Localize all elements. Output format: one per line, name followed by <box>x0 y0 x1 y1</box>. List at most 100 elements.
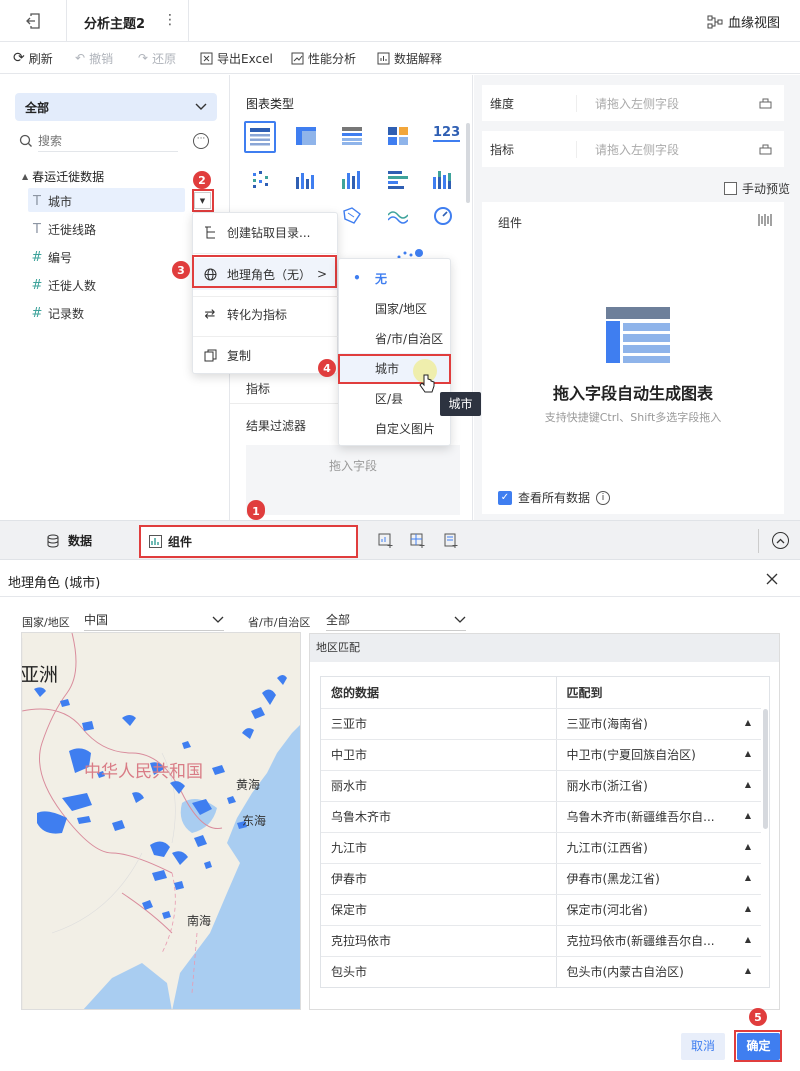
chart-type-area-icon[interactable] <box>388 207 408 225</box>
match-cell[interactable]: 乌鲁木齐市(新疆维吾尔自... ▲ <box>556 801 761 833</box>
field-item[interactable]: T 城市 <box>26 187 72 215</box>
menu-item-create-drill[interactable]: 创建钻取目录... <box>193 216 337 248</box>
metric-drop-zone[interactable]: 指标 请拖入左侧字段 <box>482 131 784 167</box>
match-cell[interactable]: 丽水市(浙江省) ▲ <box>556 770 761 802</box>
table-row[interactable]: 三亚市 三亚市(海南省) ▲ <box>321 708 761 740</box>
performance-analysis-button[interactable]: 性能分析 <box>291 42 356 74</box>
field-item[interactable]: # 记录数 <box>26 299 84 327</box>
table-row[interactable]: 克拉玛依市 克拉玛依市(新疆维吾尔自... ▲ <box>321 925 761 957</box>
add-component-icon[interactable] <box>378 533 394 549</box>
show-all-data-toggle[interactable]: ✓ 查看所有数据 i <box>498 489 611 506</box>
collapse-button[interactable] <box>772 532 789 549</box>
checkbox[interactable] <box>724 182 737 195</box>
dropdown-caret-icon[interactable]: ▲ <box>745 842 751 851</box>
dimension-drop-zone[interactable]: 维度 请拖入左侧字段 <box>482 85 784 121</box>
dimension-label: 维度 <box>482 94 577 112</box>
table-row[interactable]: 包头市 包头市(内蒙古自治区) ▲ <box>321 956 761 987</box>
refresh-button[interactable]: ⟳ 刷新 <box>13 42 53 74</box>
dropdown-caret-icon[interactable]: ▲ <box>745 780 751 789</box>
chart-type-kpi-icon[interactable]: 123 <box>433 125 461 142</box>
chart-type-block-icon[interactable] <box>388 127 408 145</box>
dataset-node[interactable]: ▲ 春运迁徙数据 <box>22 168 104 185</box>
menu-item-copy[interactable]: 复制 <box>193 339 337 371</box>
table-row[interactable]: 乌鲁木齐市 乌鲁木齐市(新疆维吾尔自... ▲ <box>321 801 761 833</box>
bar-chart-icon <box>149 535 162 548</box>
geo-option-custom-image[interactable]: 自定义图片 <box>339 413 450 443</box>
geo-option-province[interactable]: 省/市/自治区 <box>339 323 450 353</box>
chart-type-table-icon[interactable] <box>244 121 276 153</box>
table-row[interactable]: 丽水市 丽水市(浙江省) ▲ <box>321 770 761 802</box>
chart-type-gauge-icon[interactable] <box>433 207 453 225</box>
export-excel-button[interactable]: 导出Excel <box>200 42 273 74</box>
tab-data[interactable]: 数据 <box>46 532 92 549</box>
lock-icon[interactable] <box>746 143 784 155</box>
dropdown-caret-icon[interactable]: ▲ <box>745 966 751 975</box>
table-row[interactable]: 伊春市 伊春市(黑龙江省) ▲ <box>321 863 761 895</box>
chart-type-crosstab-icon[interactable] <box>296 127 316 145</box>
topic-title[interactable]: 分析主题2 <box>84 13 145 32</box>
filter-drop-zone[interactable]: 拖入字段 <box>246 445 460 515</box>
manual-preview-toggle[interactable]: 手动预览 <box>724 180 790 197</box>
more-vertical-icon[interactable]: ⋮ <box>163 12 177 28</box>
chart-type-map-icon[interactable] <box>342 207 362 225</box>
add-dashboard-icon[interactable] <box>410 533 426 549</box>
your-data-cell: 包头市 <box>321 956 557 987</box>
match-cell[interactable]: 九江市(江西省) ▲ <box>556 832 761 864</box>
scope-select[interactable]: 全部 <box>15 93 217 121</box>
region-match-title: 地区匹配 <box>310 634 779 662</box>
field-dropdown-button[interactable]: ▼ <box>194 192 211 209</box>
country-select[interactable]: 中国 <box>84 609 224 631</box>
redo-button[interactable]: ↷ 还原 <box>138 42 176 74</box>
chart-type-stacked-bar-icon[interactable] <box>433 171 453 189</box>
search-input[interactable] <box>38 130 178 152</box>
info-icon[interactable]: i <box>596 490 611 505</box>
chart-type-scatter-bar-icon[interactable] <box>251 171 271 189</box>
tab-component[interactable]: 组件 <box>141 527 356 556</box>
dropdown-caret-icon[interactable]: ▲ <box>745 718 751 727</box>
menu-item-geo-role[interactable]: 地理角色（无） > <box>193 258 337 290</box>
region-map[interactable]: 亚洲 中华人民共和国 黄海 东海 南海 <box>21 632 301 1010</box>
match-cell[interactable]: 包头市(内蒙古自治区) ▲ <box>556 956 761 987</box>
chart-type-horizontal-bar-icon[interactable] <box>388 171 408 189</box>
table-row[interactable]: 九江市 九江市(江西省) ▲ <box>321 832 761 864</box>
table-row[interactable]: 中卫市 中卫市(宁夏回族自治区) ▲ <box>321 739 761 771</box>
checkbox-checked[interactable]: ✓ <box>498 490 512 505</box>
chart-type-detail-icon[interactable] <box>342 127 362 145</box>
match-cell[interactable]: 克拉玛依市(新疆维吾尔自... ▲ <box>556 925 761 957</box>
dropdown-caret-icon[interactable]: ▲ <box>745 749 751 758</box>
confirm-button[interactable]: 确定 <box>737 1033 780 1060</box>
match-cell[interactable]: 三亚市(海南省) ▲ <box>556 708 761 740</box>
menu-item-convert-metric[interactable]: ⇄ 转化为指标 <box>193 298 337 330</box>
match-cell[interactable]: 保定市(河北省) ▲ <box>556 894 761 926</box>
match-cell[interactable]: 伊春市(黑龙江省) ▲ <box>556 863 761 895</box>
geo-option-country[interactable]: 国家/地区 <box>339 293 450 323</box>
cancel-button[interactable]: 取消 <box>681 1033 725 1060</box>
chart-type-bar-icon[interactable] <box>296 171 316 189</box>
match-value: 乌鲁木齐市(新疆维吾尔自... <box>566 810 715 824</box>
back-icon[interactable] <box>24 12 42 30</box>
close-icon[interactable] <box>766 573 778 585</box>
province-select[interactable]: 全部 <box>326 609 466 631</box>
field-item[interactable]: T 迁徙线路 <box>26 215 96 243</box>
component-settings-icon[interactable] <box>758 214 772 226</box>
add-report-icon[interactable] <box>443 533 459 549</box>
component-label: 组件 <box>498 216 523 230</box>
undo-button[interactable]: ↶ 撤销 <box>75 42 113 74</box>
field-item[interactable]: # 编号 <box>26 243 72 271</box>
lock-icon[interactable] <box>746 97 784 109</box>
chart-type-grouped-bar-icon[interactable] <box>342 171 362 189</box>
dropdown-caret-icon[interactable]: ▲ <box>745 873 751 882</box>
scrollbar[interactable] <box>466 123 470 203</box>
more-options-icon[interactable]: ··· <box>193 133 209 149</box>
dropdown-caret-icon[interactable]: ▲ <box>745 811 751 820</box>
dropdown-caret-icon[interactable]: ▲ <box>745 935 751 944</box>
match-cell[interactable]: 中卫市(宁夏回族自治区) ▲ <box>556 739 761 771</box>
map-label-east-sea: 东海 <box>242 813 266 828</box>
table-scrollbar[interactable] <box>763 709 768 829</box>
table-row[interactable]: 保定市 保定市(河北省) ▲ <box>321 894 761 926</box>
dropdown-caret-icon[interactable]: ▲ <box>745 904 751 913</box>
field-item[interactable]: # 迁徙人数 <box>26 271 96 299</box>
lineage-view-button[interactable]: 血缘视图 <box>707 12 780 31</box>
geo-option-none[interactable]: • 无 <box>339 263 450 293</box>
data-explain-button[interactable]: 数据解释 <box>377 42 442 74</box>
